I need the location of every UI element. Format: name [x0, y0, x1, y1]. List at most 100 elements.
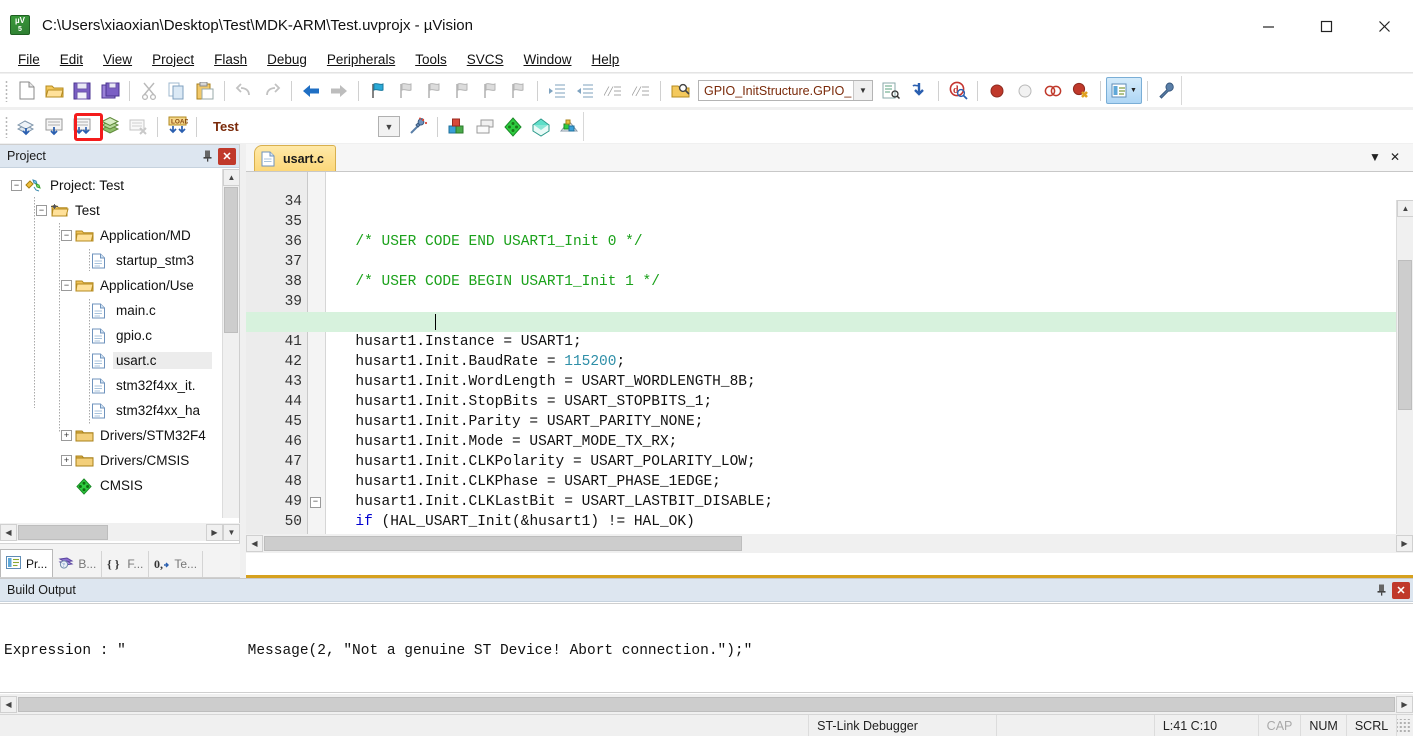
scroll-left-arrow-icon[interactable]: ◀ [0, 523, 17, 541]
code-editor[interactable]: 34 35 /* USER CODE END USART1_Init 0 */ … [246, 172, 1413, 550]
scroll-left-arrow-icon[interactable]: ◀ [246, 535, 263, 552]
minimize-button[interactable] [1239, 6, 1297, 46]
scroll-right-arrow-icon[interactable]: ▶ [206, 523, 223, 541]
scroll-right-arrow-icon[interactable]: ▶ [1396, 695, 1413, 713]
scroll-dropdown-arrow-icon[interactable]: ▼ [223, 523, 240, 541]
tab-templates[interactable]: 0, Te... [149, 551, 204, 577]
editor-vscrollbar[interactable]: ▲ ▼ [1396, 200, 1413, 550]
build-target-icon[interactable] [40, 113, 68, 140]
toolbar-grip[interactable] [5, 115, 8, 138]
resize-grip[interactable] [1397, 718, 1411, 733]
breakpoint-disable-icon[interactable] [1011, 77, 1039, 104]
project-tree-hscrollbar[interactable]: ◀ ▶ ▼ [0, 523, 240, 541]
redo-icon[interactable] [258, 77, 286, 104]
new-file-icon[interactable] [12, 77, 40, 104]
pin-icon[interactable] [199, 148, 216, 165]
chevron-down-icon[interactable]: ▼ [1365, 147, 1385, 167]
pin-icon[interactable] [1373, 582, 1390, 599]
scrollbar-thumb[interactable] [264, 536, 742, 551]
debug-session-icon[interactable]: d [944, 77, 972, 104]
bookmark-next-icon[interactable] [420, 77, 448, 104]
find-input[interactable]: GPIO_InitStructure.GPIO_ [699, 84, 853, 98]
chevron-down-icon[interactable]: ▼ [1130, 87, 1137, 94]
project-tree-vscrollbar[interactable]: ▲ [222, 169, 240, 518]
menu-flash[interactable]: Flash [204, 49, 257, 70]
scrollbar-thumb[interactable] [224, 187, 238, 333]
tree-expander[interactable]: − [61, 280, 72, 291]
tree-expander[interactable]: − [61, 230, 72, 241]
tree-expander[interactable]: − [11, 180, 22, 191]
close-icon[interactable]: ✕ [218, 147, 236, 165]
scroll-left-arrow-icon[interactable]: ◀ [0, 695, 17, 713]
menu-window[interactable]: Window [513, 49, 581, 70]
find-in-files-icon[interactable] [666, 77, 694, 104]
scroll-up-arrow-icon[interactable]: ▲ [1397, 200, 1413, 217]
scrollbar-thumb[interactable] [1398, 260, 1412, 410]
insert-bookmark-icon[interactable] [905, 77, 933, 104]
maximize-button[interactable] [1297, 6, 1355, 46]
navigate-forward-icon[interactable] [325, 77, 353, 104]
tree-expander[interactable]: + [61, 455, 72, 466]
batch-build-icon[interactable] [96, 113, 124, 140]
copy-icon[interactable] [163, 77, 191, 104]
menu-edit[interactable]: Edit [50, 49, 93, 70]
manage-project-items-icon[interactable] [443, 113, 471, 140]
rebuild-all-icon[interactable] [68, 113, 96, 140]
text-search-icon[interactable] [877, 77, 905, 104]
save-all-icon[interactable] [96, 77, 124, 104]
multi-project-icon[interactable] [471, 113, 499, 140]
project-tree[interactable]: − Project: Test − Test − Application/MD … [1, 169, 217, 518]
configuration-wizard-icon[interactable] [1153, 77, 1181, 104]
navigate-back-icon[interactable] [297, 77, 325, 104]
scroll-up-arrow-icon[interactable]: ▲ [223, 169, 240, 186]
outdent-icon[interactable] [571, 77, 599, 104]
target-options-icon[interactable] [404, 113, 432, 140]
bookmark-clear-icon[interactable] [448, 77, 476, 104]
breakpoint-kill-all-icon[interactable] [1067, 77, 1095, 104]
download-icon[interactable]: LOAD [163, 113, 191, 140]
scrollbar-thumb[interactable] [18, 524, 108, 540]
indent-icon[interactable] [543, 77, 571, 104]
breakpoint-insert-icon[interactable] [983, 77, 1011, 104]
pack-installer-icon[interactable] [527, 113, 555, 140]
undo-icon[interactable] [230, 77, 258, 104]
tree-node-group-drivers-stm32[interactable]: + Drivers/STM32F4 [1, 423, 217, 448]
close-icon[interactable]: ✕ [1385, 147, 1405, 167]
save-icon[interactable] [68, 77, 96, 104]
tab-books[interactable]: ? B... [53, 551, 103, 577]
stop-build-icon[interactable] [124, 113, 152, 140]
manage-runtime-env-icon[interactable] [499, 113, 527, 140]
open-file-icon[interactable] [40, 77, 68, 104]
tree-node-group-drivers-cmsis[interactable]: + Drivers/CMSIS [1, 448, 217, 473]
bookmark-toggle-icon[interactable] [364, 77, 392, 104]
target-selector[interactable]: Test ▼ [210, 115, 400, 139]
menu-svcs[interactable]: SVCS [457, 49, 514, 70]
bookmark-clear-all-icon[interactable] [476, 77, 504, 104]
scroll-right-arrow-icon[interactable]: ▶ [1396, 535, 1413, 552]
editor-hscrollbar[interactable]: ◀ ▶ [246, 534, 1413, 553]
select-software-packs-icon[interactable] [555, 113, 583, 140]
menu-view[interactable]: View [93, 49, 142, 70]
translate-file-icon[interactable] [12, 113, 40, 140]
tab-project[interactable]: Pr... [0, 549, 54, 577]
build-output-hscrollbar[interactable]: ◀ ▶ [0, 694, 1413, 714]
chevron-down-icon[interactable]: ▼ [378, 116, 400, 137]
close-button[interactable] [1355, 6, 1413, 46]
tree-expander[interactable]: − [36, 205, 47, 216]
tree-node-project[interactable]: − Project: Test [1, 173, 217, 198]
comment-icon[interactable]: // [599, 77, 627, 104]
menu-debug[interactable]: Debug [257, 49, 317, 70]
cut-icon[interactable] [135, 77, 163, 104]
project-window-icon[interactable]: ▼ [1106, 77, 1142, 104]
tab-functions[interactable]: { } F... [102, 551, 150, 577]
menu-project[interactable]: Project [142, 49, 204, 70]
bookmark-prev-icon[interactable] [392, 77, 420, 104]
find-combo[interactable]: GPIO_InitStructure.GPIO_ ▼ [698, 80, 873, 101]
menu-tools[interactable]: Tools [405, 49, 457, 70]
chevron-down-icon[interactable]: ▼ [853, 81, 872, 100]
build-output-text[interactable]: Expression : " Message(2, "Not a genuine… [0, 603, 1413, 693]
breakpoint-disable-all-icon[interactable] [1039, 77, 1067, 104]
menu-peripherals[interactable]: Peripherals [317, 49, 405, 70]
editor-tab-usart-c[interactable]: usart.c [254, 145, 336, 171]
menu-help[interactable]: Help [582, 49, 630, 70]
